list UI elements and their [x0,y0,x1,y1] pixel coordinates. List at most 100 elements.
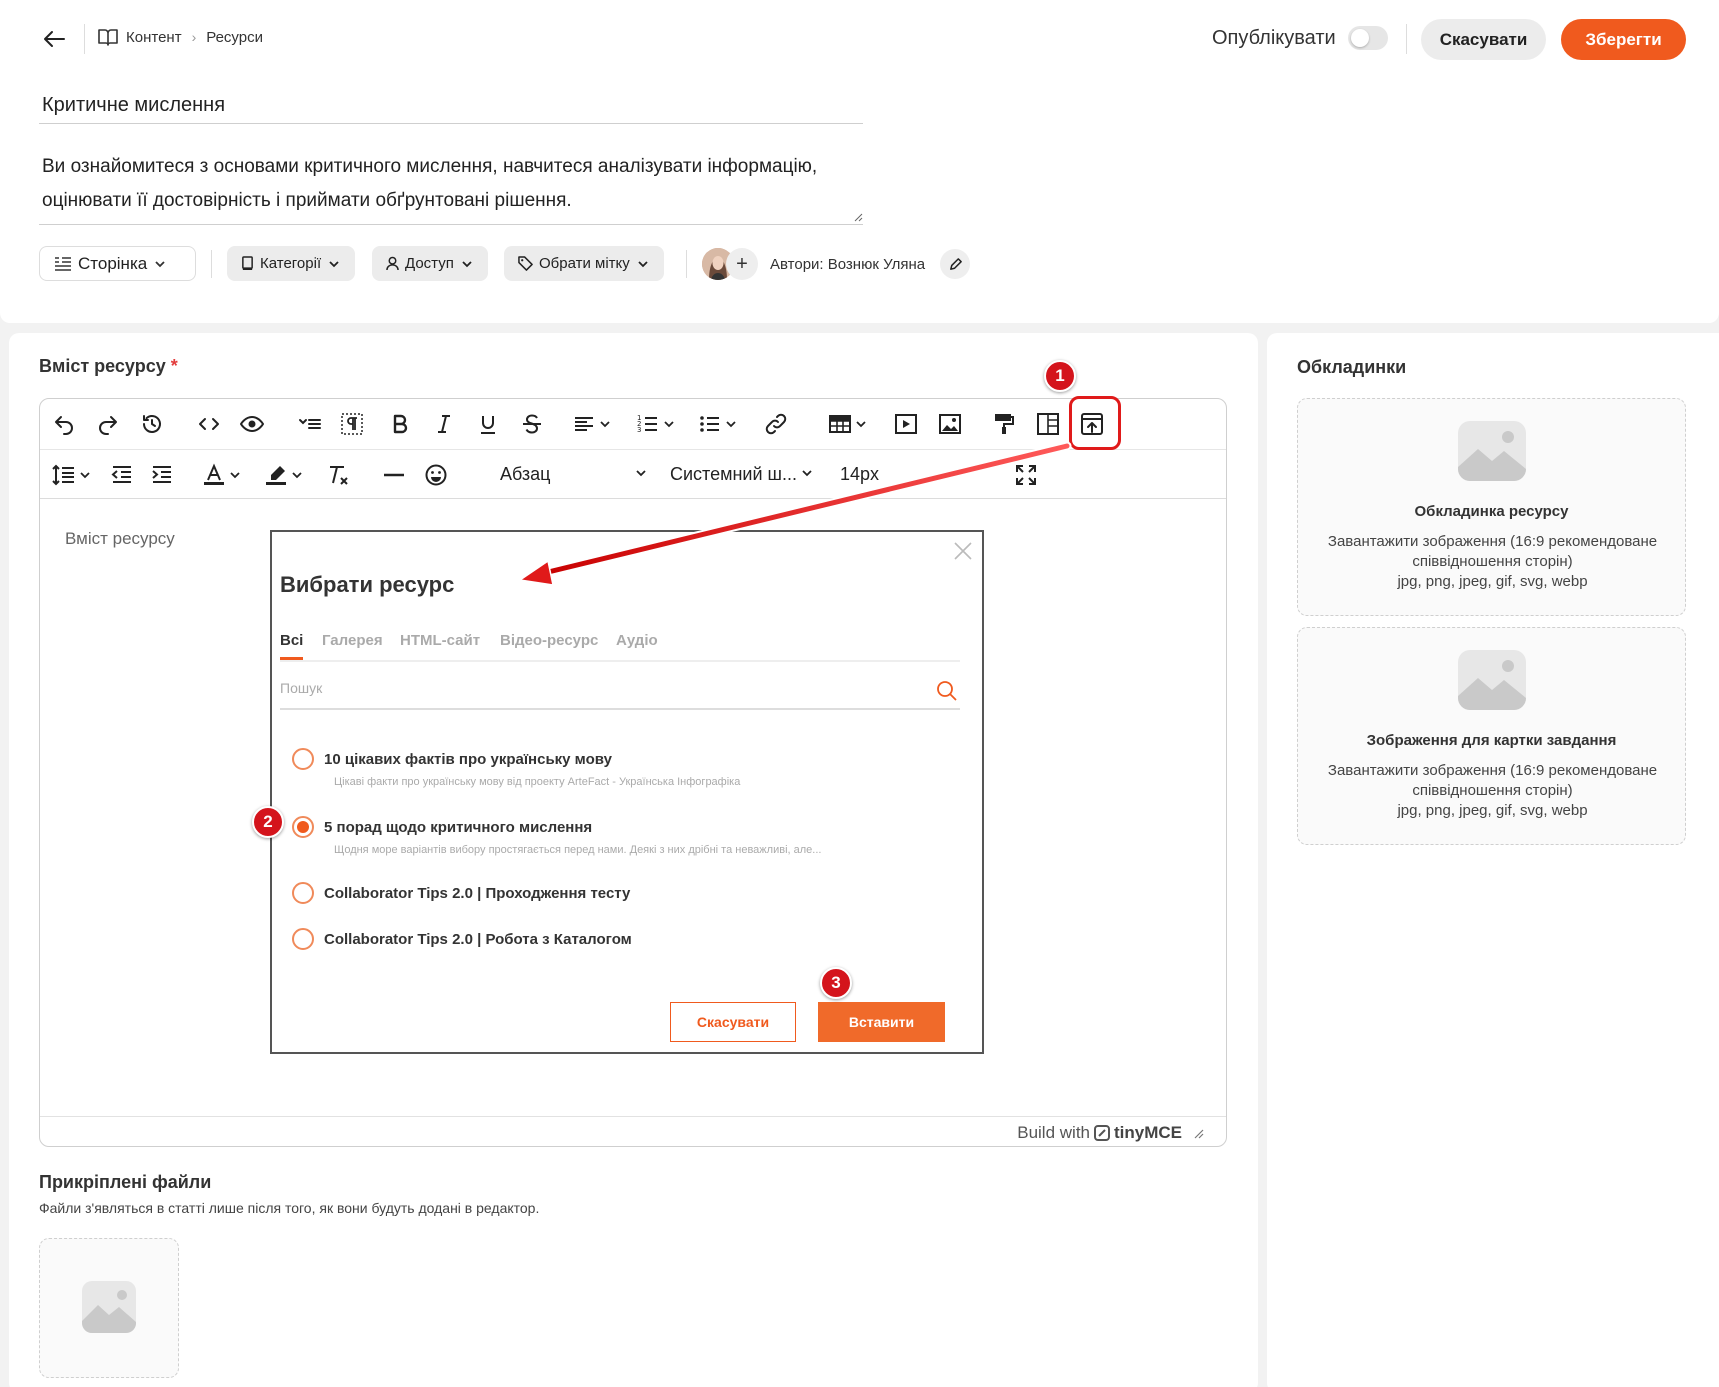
editor-placeholder[interactable]: Вміст ресурсу [65,529,175,549]
access-dropdown[interactable]: Доступ [372,246,488,281]
task-card-image-dropzone[interactable]: Зображення для картки завдання Завантажи… [1297,627,1686,845]
toolbar-divider [40,498,1226,499]
resize-grip-icon[interactable] [853,212,863,222]
cancel-button[interactable]: Скасувати [1421,19,1546,60]
outdent-icon[interactable] [110,461,134,489]
list-item[interactable]: 5 порад щодо критичного мислення Щодня м… [292,816,932,866]
add-author-button[interactable]: + [726,248,758,280]
source-code-icon[interactable] [197,410,221,438]
resource-cover-dropzone[interactable]: Обкладинка ресурсу Завантажити зображенн… [1297,398,1686,616]
cover-subtitle: Завантажити зображення (16:9 рекомендова… [1318,761,1667,821]
text-color-dropdown[interactable] [202,461,242,489]
modal-search [280,674,960,710]
chevron-down-icon [636,257,650,271]
highlight-box [1069,396,1121,450]
radio-button-selected[interactable] [292,816,314,838]
search-input[interactable] [280,674,900,702]
back-arrow-icon[interactable] [40,27,68,51]
radio-button[interactable] [292,882,314,904]
brand-prefix: Build with [1017,1123,1090,1142]
list-item[interactable]: Collaborator Tips 2.0 | Робота з Каталог… [292,928,932,958]
template-layout-icon[interactable] [1036,410,1060,438]
line-height-dropdown[interactable] [52,461,92,489]
search-icon[interactable] [936,680,958,702]
tab-html-site[interactable]: HTML-сайт [400,632,480,657]
image-placeholder-icon [1458,421,1526,481]
font-family-dropdown[interactable]: Системний ш... [670,464,815,485]
block-format-dropdown[interactable]: Абзац [500,464,650,485]
bold-icon[interactable] [388,410,412,438]
page-type-dropdown[interactable]: Сторінка [39,246,196,281]
folder-icon [241,256,254,271]
tab-audio[interactable]: Аудіо [616,632,658,657]
paragraph-mark-icon[interactable] [340,410,364,438]
image-icon[interactable] [938,410,962,438]
list-item[interactable]: 10 цікавих фактів про українську мову Ці… [292,748,932,798]
description-textarea[interactable]: Ви ознайомитеся з основами критичного ми… [39,150,863,225]
tag-dropdown[interactable]: Обрати мітку [504,246,664,281]
toolbar-row-1: 123 [40,399,1226,449]
list-item[interactable]: Collaborator Tips 2.0 | Проходження тест… [292,882,932,912]
link-icon[interactable] [764,410,788,438]
save-button[interactable]: Зберегти [1561,19,1686,60]
tab-gallery[interactable]: Галерея [322,632,383,657]
file-upload-dropzone[interactable] [39,1238,179,1378]
undo-icon[interactable] [52,410,76,438]
attachments-subtitle: Файли з'являться в статті лише після тог… [39,1200,540,1216]
pencil-icon[interactable] [940,249,970,279]
header-card: Контент › Ресурси Опублікувати Скасувати… [0,0,1719,323]
strikethrough-icon[interactable] [520,410,544,438]
chevron-down-icon [856,421,866,428]
format-painter-icon[interactable] [992,410,1016,438]
chevron-down-icon [726,421,736,428]
indent-icon[interactable] [150,461,174,489]
table-dropdown[interactable] [828,410,868,438]
resize-grip-icon [1194,1129,1204,1139]
breadcrumb-content-link[interactable]: Контент [126,29,182,46]
bullet-list-dropdown[interactable] [698,410,738,438]
chevron-down-icon [153,257,167,271]
preview-eye-icon[interactable] [240,410,264,438]
list-check-icon[interactable] [298,410,322,438]
item-description: Щодня море варіантів вибору простягаєтьс… [334,844,822,856]
history-icon[interactable] [140,410,164,438]
select-resource-modal: Вибрати ресурс Всі Галерея HTML-сайт Від… [270,530,984,1054]
tab-video[interactable]: Відео-ресурс [500,632,598,657]
radio-button[interactable] [292,748,314,770]
description-line: Ви ознайомитеся з основами критичного ми… [42,156,818,177]
fullscreen-icon[interactable] [1014,461,1038,489]
modal-title: Вибрати ресурс [280,572,455,597]
breadcrumb-resources-link[interactable]: Ресурси [206,29,263,46]
numbered-list-dropdown[interactable]: 123 [636,410,676,438]
tinymce-branding[interactable]: Build with tinyMCE [1017,1123,1204,1143]
media-play-icon[interactable] [894,410,918,438]
item-title: Collaborator Tips 2.0 | Робота з Каталог… [324,931,632,948]
modal-insert-button[interactable]: Вставити [818,1002,945,1042]
image-placeholder-icon [1458,650,1526,710]
font-size-dropdown[interactable]: 14px [840,464,920,485]
radio-button[interactable] [292,928,314,950]
modal-cancel-button[interactable]: Скасувати [670,1002,796,1042]
tab-all[interactable]: Всі [280,632,304,660]
close-icon[interactable] [952,540,974,562]
access-label: Доступ [405,255,454,272]
cover-hint-line: співвідношення сторін) [1412,553,1573,570]
chevron-down-icon [802,470,812,477]
clear-formatting-icon[interactable] [326,461,350,489]
divider [1406,24,1407,54]
publish-control: Опублікувати [1212,26,1388,50]
tag-label: Обрати мітку [539,255,630,272]
categories-label: Категорії [260,255,322,272]
horizontal-rule-icon[interactable] [382,461,406,489]
publish-toggle[interactable] [1347,26,1388,50]
image-placeholder-icon [82,1281,136,1333]
chevron-down-icon [600,421,610,428]
redo-icon[interactable] [96,410,120,438]
highlight-color-dropdown[interactable] [264,461,304,489]
categories-dropdown[interactable]: Категорії [227,246,356,281]
title-input[interactable] [39,88,863,124]
italic-icon[interactable] [432,410,456,438]
align-dropdown[interactable] [572,410,612,438]
underline-icon[interactable] [476,410,500,438]
emoji-icon[interactable] [424,461,448,489]
